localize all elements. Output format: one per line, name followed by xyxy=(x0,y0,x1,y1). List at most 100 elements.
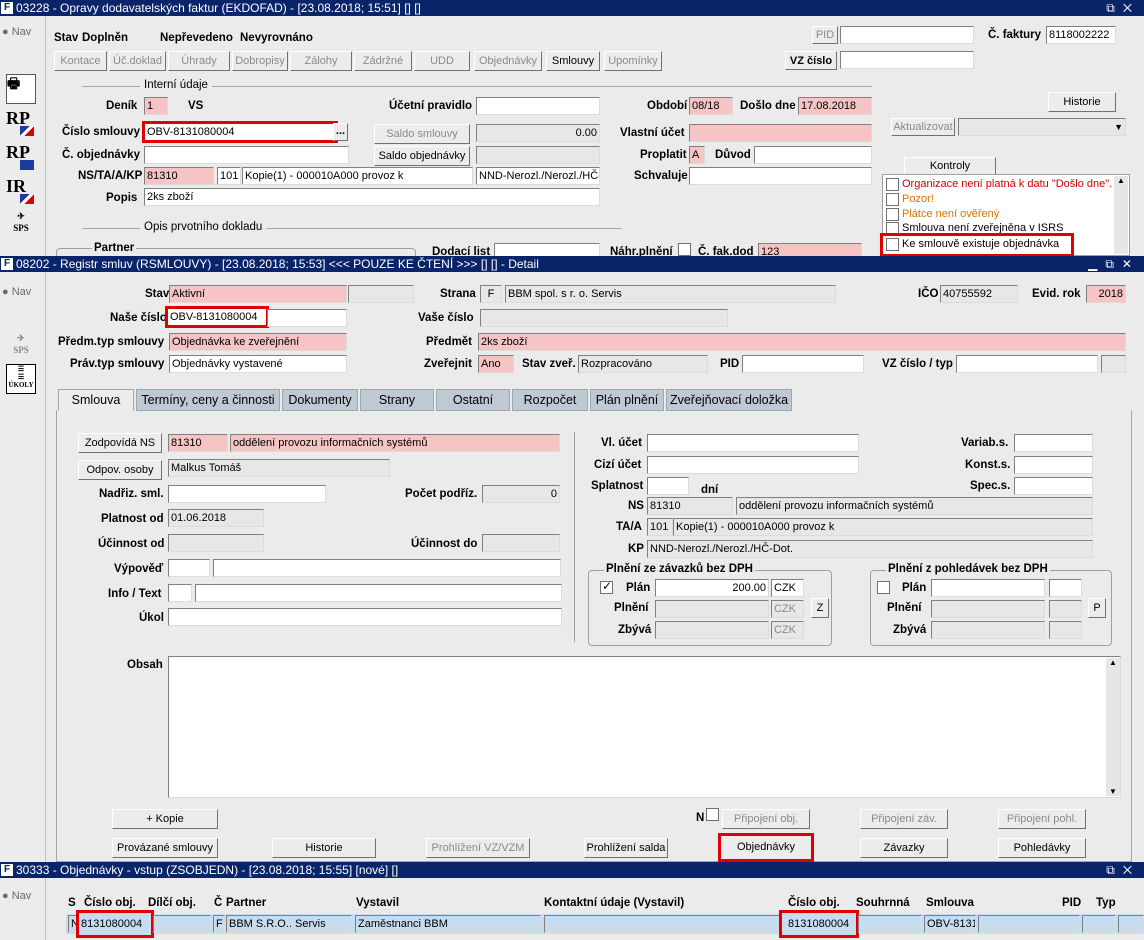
browse-vz-button[interactable]: Prohlížení VZ/VZM xyxy=(426,838,530,858)
check-org-checkbox[interactable] xyxy=(886,178,899,191)
state-input[interactable]: Aktivní xyxy=(169,285,347,303)
tab-kontace[interactable]: Kontace xyxy=(54,51,107,71)
nav-toggle[interactable]: ● Nav xyxy=(2,890,31,902)
contract-lookup-button[interactable]: ... xyxy=(333,123,348,141)
plan-checkbox[interactable]: ✓ xyxy=(600,579,613,594)
vz-number-input[interactable] xyxy=(840,51,974,69)
ta-name-input[interactable]: Kopie(1) - 000010A000 provoz k xyxy=(242,167,473,185)
subject-input[interactable]: 2ks zboží xyxy=(478,333,1126,351)
tab-smlouvy[interactable]: Smlouvy xyxy=(546,51,600,71)
check-warning-checkbox[interactable] xyxy=(886,193,899,206)
orders-button[interactable]: Objednávky xyxy=(718,833,814,862)
own-account-input[interactable] xyxy=(689,124,872,142)
check-payer-checkbox[interactable] xyxy=(886,208,899,221)
update-select[interactable]: ▼ xyxy=(958,118,1126,136)
order-balance-button[interactable]: Saldo objednávky xyxy=(374,146,470,166)
ns-input[interactable]: 81310 xyxy=(144,167,214,185)
our-number-input[interactable]: OBV-8131080004 xyxy=(165,306,269,328)
row-partial-order-cell[interactable] xyxy=(153,915,211,933)
termination-text[interactable] xyxy=(213,559,561,577)
scroll-down-icon[interactable]: ▼ xyxy=(1109,787,1117,796)
reason-input[interactable] xyxy=(754,146,872,164)
row-contact-cell[interactable] xyxy=(544,915,780,933)
order-number-input[interactable] xyxy=(144,146,349,164)
info-text[interactable] xyxy=(195,584,562,602)
tab-strany[interactable]: Strany xyxy=(360,389,434,411)
copy-button[interactable]: + Kopie xyxy=(112,809,218,829)
receivables-plan-checkbox[interactable] xyxy=(877,581,890,594)
tab-ucdoklad[interactable]: Úč.doklad xyxy=(109,51,166,71)
linked-contracts-button[interactable]: Provázané smlouvy xyxy=(112,838,218,858)
contract-balance-button[interactable]: Saldo smlouvy xyxy=(374,124,470,144)
attach-order-button[interactable]: Připojení obj. xyxy=(722,809,810,829)
pid-button[interactable]: PID xyxy=(812,26,838,44)
pid-input[interactable] xyxy=(742,355,864,373)
responsible-persons-button[interactable]: Odpov. osoby xyxy=(78,460,162,480)
plan-currency[interactable]: CZK xyxy=(771,579,804,597)
tab-zadrzne[interactable]: Zádržné xyxy=(354,51,412,71)
row-c-cell[interactable]: F xyxy=(213,915,225,933)
update-button[interactable]: Aktualizovat xyxy=(891,118,955,136)
info-input[interactable] xyxy=(168,584,192,602)
receivables-button[interactable]: Pohledávky xyxy=(998,838,1086,858)
responsible-ns-input[interactable]: 81310 xyxy=(168,434,228,452)
tasks-icon[interactable]: ☰ ☰ ÚKOLY xyxy=(6,364,36,394)
content-textarea[interactable] xyxy=(168,656,1121,798)
checks-button[interactable]: Kontroly xyxy=(904,157,996,175)
receivables-plan-input[interactable] xyxy=(931,579,1045,597)
row-summary-cell[interactable] xyxy=(858,915,922,933)
window-controls[interactable]: ⧉✕ xyxy=(1106,0,1140,16)
tab-plan-plneni[interactable]: Plán plnění xyxy=(590,389,664,411)
history-button[interactable]: Historie xyxy=(1048,92,1116,112)
plan-input[interactable]: 200.00 xyxy=(655,579,769,597)
scroll-up-icon[interactable]: ▲ xyxy=(1117,176,1125,185)
termination-input[interactable] xyxy=(168,559,210,577)
parent-contract-input[interactable] xyxy=(168,485,326,503)
row-extra-cell[interactable] xyxy=(1118,915,1144,933)
own-account-input[interactable] xyxy=(647,434,859,452)
tab-smlouva[interactable]: Smlouva xyxy=(58,389,134,411)
responsible-ns-button[interactable]: Zodpovídá NS xyxy=(78,433,162,453)
variable-symbol-input[interactable] xyxy=(1014,434,1093,452)
attach-receivable-button[interactable]: Připojení pohl. xyxy=(998,809,1086,829)
row-contract-cell[interactable]: OBV-8131 xyxy=(924,915,976,933)
period-input[interactable]: 08/18 xyxy=(689,97,733,115)
window-controls[interactable]: ▁⧉✕ xyxy=(1088,256,1140,272)
checks-scrollbar[interactable]: ▲ xyxy=(1114,176,1128,254)
tab-terminy[interactable]: Termíny, ceny a činnosti xyxy=(136,389,280,411)
ta-input[interactable]: 101 xyxy=(217,167,241,185)
rp-cz-icon[interactable]: RP xyxy=(6,108,36,138)
sps-icon[interactable]: ✈ SPS xyxy=(6,332,36,362)
payables-button[interactable]: Závazky xyxy=(860,838,948,858)
substitute-checkbox[interactable] xyxy=(678,243,691,256)
p-button[interactable]: P xyxy=(1088,598,1106,618)
tab-rozpocet[interactable]: Rozpočet xyxy=(512,389,588,411)
row-pid-cell[interactable] xyxy=(978,915,1080,933)
print-icon[interactable]: 🖶 xyxy=(6,74,36,104)
rp-eu-icon[interactable]: RP xyxy=(6,142,36,172)
nav-toggle[interactable]: ● Nav xyxy=(2,26,31,38)
due-input[interactable] xyxy=(647,477,689,495)
pay-input[interactable]: A xyxy=(689,146,705,164)
tab-uhrady[interactable]: Úhrady xyxy=(168,51,230,71)
approver-input[interactable] xyxy=(689,167,872,185)
subject-type-input[interactable]: Objednávka ke zveřejnění xyxy=(169,333,347,351)
row-type-cell[interactable] xyxy=(1082,915,1116,933)
n-checkbox[interactable] xyxy=(706,808,719,821)
vz-number-button[interactable]: VZ číslo xyxy=(785,51,837,70)
task-input[interactable] xyxy=(168,608,562,626)
description-input[interactable]: 2ks zboží xyxy=(144,188,600,206)
contract-number-input[interactable]: OBV-8131080004 xyxy=(142,121,338,143)
window-titlebar-contracts[interactable]: F 08202 - Registr smluv (RSMLOUVY) - [23… xyxy=(0,256,1144,272)
tab-zverejnovaci[interactable]: Zveřejňovací doložka xyxy=(666,389,792,411)
accounting-rule-input[interactable] xyxy=(476,97,600,115)
tab-zalohy[interactable]: Zálohy xyxy=(290,51,352,71)
specific-symbol-input[interactable] xyxy=(1014,477,1093,495)
z-button[interactable]: Z xyxy=(811,598,829,618)
tab-dokumenty[interactable]: Dokumenty xyxy=(282,389,358,411)
legal-type-input[interactable]: Objednávky vystavené xyxy=(169,355,347,373)
tab-objednavky[interactable]: Objednávky xyxy=(474,51,542,71)
history-button[interactable]: Historie xyxy=(272,838,376,858)
evid-year-input[interactable]: 2018 xyxy=(1086,285,1126,303)
tab-udd[interactable]: UDD xyxy=(414,51,470,71)
